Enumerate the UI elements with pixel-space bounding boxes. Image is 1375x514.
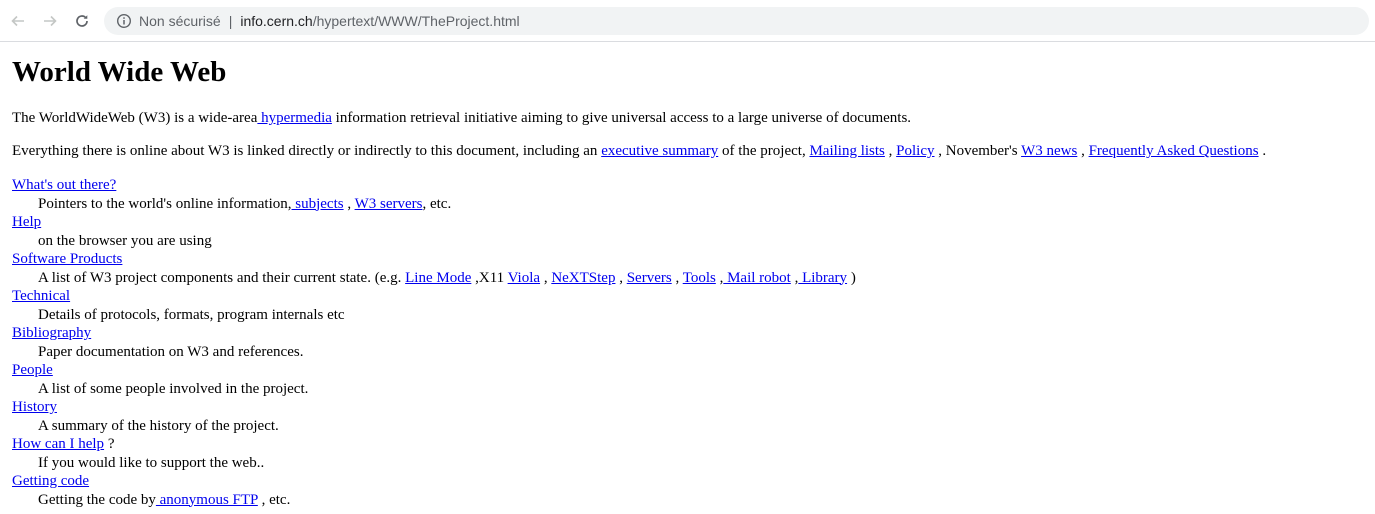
address-bar[interactable]: Non sécurisé | info.cern.ch/hypertext/WW… [104, 6, 1369, 35]
getting-code-link[interactable]: Getting code [12, 473, 89, 489]
browser-toolbar: Non sécurisé | info.cern.ch/hypertext/WW… [0, 0, 1375, 42]
list-term: Software Products [12, 250, 1363, 269]
list-term: What's out there? [12, 176, 1363, 195]
list-description: Paper documentation on W3 and references… [38, 343, 304, 360]
question-mark: ? [104, 436, 115, 452]
security-label: Non sécurisé [139, 12, 221, 29]
list-description: Getting the code by anonymous FTP , etc. [38, 491, 1363, 510]
history-link[interactable]: History [12, 399, 57, 415]
summary-text: , [1077, 143, 1089, 159]
info-icon[interactable] [116, 13, 132, 29]
description-text: ,X11 [471, 269, 508, 286]
description-text: , etc. [422, 195, 452, 212]
list-description: Details of protocols, formats, program i… [38, 306, 345, 323]
summary-text: . [1258, 143, 1267, 159]
summary-text: of the project, [718, 143, 810, 159]
back-button[interactable] [4, 7, 32, 35]
summary-paragraph: Everything there is online about W3 is l… [12, 143, 1363, 160]
bibliography-link[interactable]: Bibliography [12, 325, 91, 341]
page-content: World Wide Web The WorldWideWeb (W3) is … [0, 56, 1375, 509]
list-description: Pointers to the world's online informati… [38, 195, 1363, 214]
summary-text: , [884, 143, 897, 159]
reload-button[interactable] [68, 7, 96, 35]
description-text: , [343, 195, 355, 212]
help-link[interactable]: Help [12, 214, 41, 230]
list-description: A list of some people involved in the pr… [38, 380, 309, 397]
summary-text: Everything there is online about W3 is l… [12, 143, 602, 159]
technical-link[interactable]: Technical [12, 288, 70, 304]
intro-text: The WorldWideWeb (W3) is a wide-area [12, 110, 258, 126]
anonymous-ftp-link[interactable]: anonymous FTP [156, 492, 258, 508]
line-mode-link[interactable]: Line Mode [405, 270, 471, 286]
back-arrow-icon [11, 15, 24, 26]
description-text: ) [847, 269, 856, 286]
description-text: , [540, 269, 552, 286]
list-term: History [12, 398, 1363, 417]
servers-link[interactable]: Servers [627, 270, 672, 286]
list-term: Technical [12, 287, 1363, 306]
people-link[interactable]: People [12, 362, 53, 378]
list-description: A list of W3 project components and thei… [38, 269, 1363, 288]
list-term: How can I help ? [12, 435, 1363, 454]
list-term: Bibliography [12, 324, 1363, 343]
list-description: A summary of the history of the project. [38, 417, 279, 434]
hypermedia-link[interactable]: hypermedia [257, 110, 332, 126]
library-link[interactable]: Library [798, 270, 847, 286]
description-text: Getting the code by [38, 491, 156, 508]
list-description: If you would like to support the web.. [38, 454, 265, 471]
w3-servers-link[interactable]: W3 servers [355, 196, 423, 212]
nextstep-link[interactable]: NeXTStep [551, 270, 615, 286]
list-term: People [12, 361, 1363, 380]
tools-link[interactable]: Tools [683, 270, 716, 286]
description-text: A list of W3 project components and thei… [38, 269, 406, 286]
intro-paragraph: The WorldWideWeb (W3) is a wide-area hyp… [12, 110, 1363, 127]
whats-out-there-link[interactable]: What's out there? [12, 177, 116, 193]
reload-icon [76, 14, 88, 27]
url-path: /hypertext/WWW/TheProject.html [312, 12, 520, 29]
list-term: Getting code [12, 472, 1363, 491]
description-text: , [615, 269, 627, 286]
list-description: on the browser you are using [38, 232, 212, 249]
description-text: Pointers to the world's online informati… [38, 195, 292, 212]
viola-link[interactable]: Viola [508, 270, 540, 286]
mail-robot-link[interactable]: Mail robot [723, 270, 791, 286]
summary-text: , November's [934, 143, 1022, 159]
description-text: , etc. [257, 491, 291, 508]
url-host: info.cern.ch [240, 12, 313, 29]
description-text: , [671, 269, 683, 286]
how-can-i-help-link[interactable]: How can I help [12, 436, 104, 452]
forward-button[interactable] [36, 7, 64, 35]
url-separator: | [228, 12, 233, 29]
forward-arrow-icon [44, 15, 57, 26]
intro-text-end: information retrieval initiative aiming … [331, 110, 912, 126]
software-products-link[interactable]: Software Products [12, 251, 122, 267]
mailing-lists-link[interactable]: Mailing lists [809, 143, 884, 159]
page-title: World Wide Web [12, 56, 227, 88]
policy-link[interactable]: Policy [896, 143, 934, 159]
faq-link[interactable]: Frequently Asked Questions [1089, 143, 1259, 159]
w3-news-link[interactable]: W3 news [1021, 143, 1077, 159]
executive-summary-link[interactable]: executive summary [601, 143, 718, 159]
subjects-link[interactable]: subjects [292, 196, 343, 212]
list-term: Help [12, 213, 1363, 232]
topic-list: What's out there? Pointers to the world'… [12, 176, 1363, 509]
